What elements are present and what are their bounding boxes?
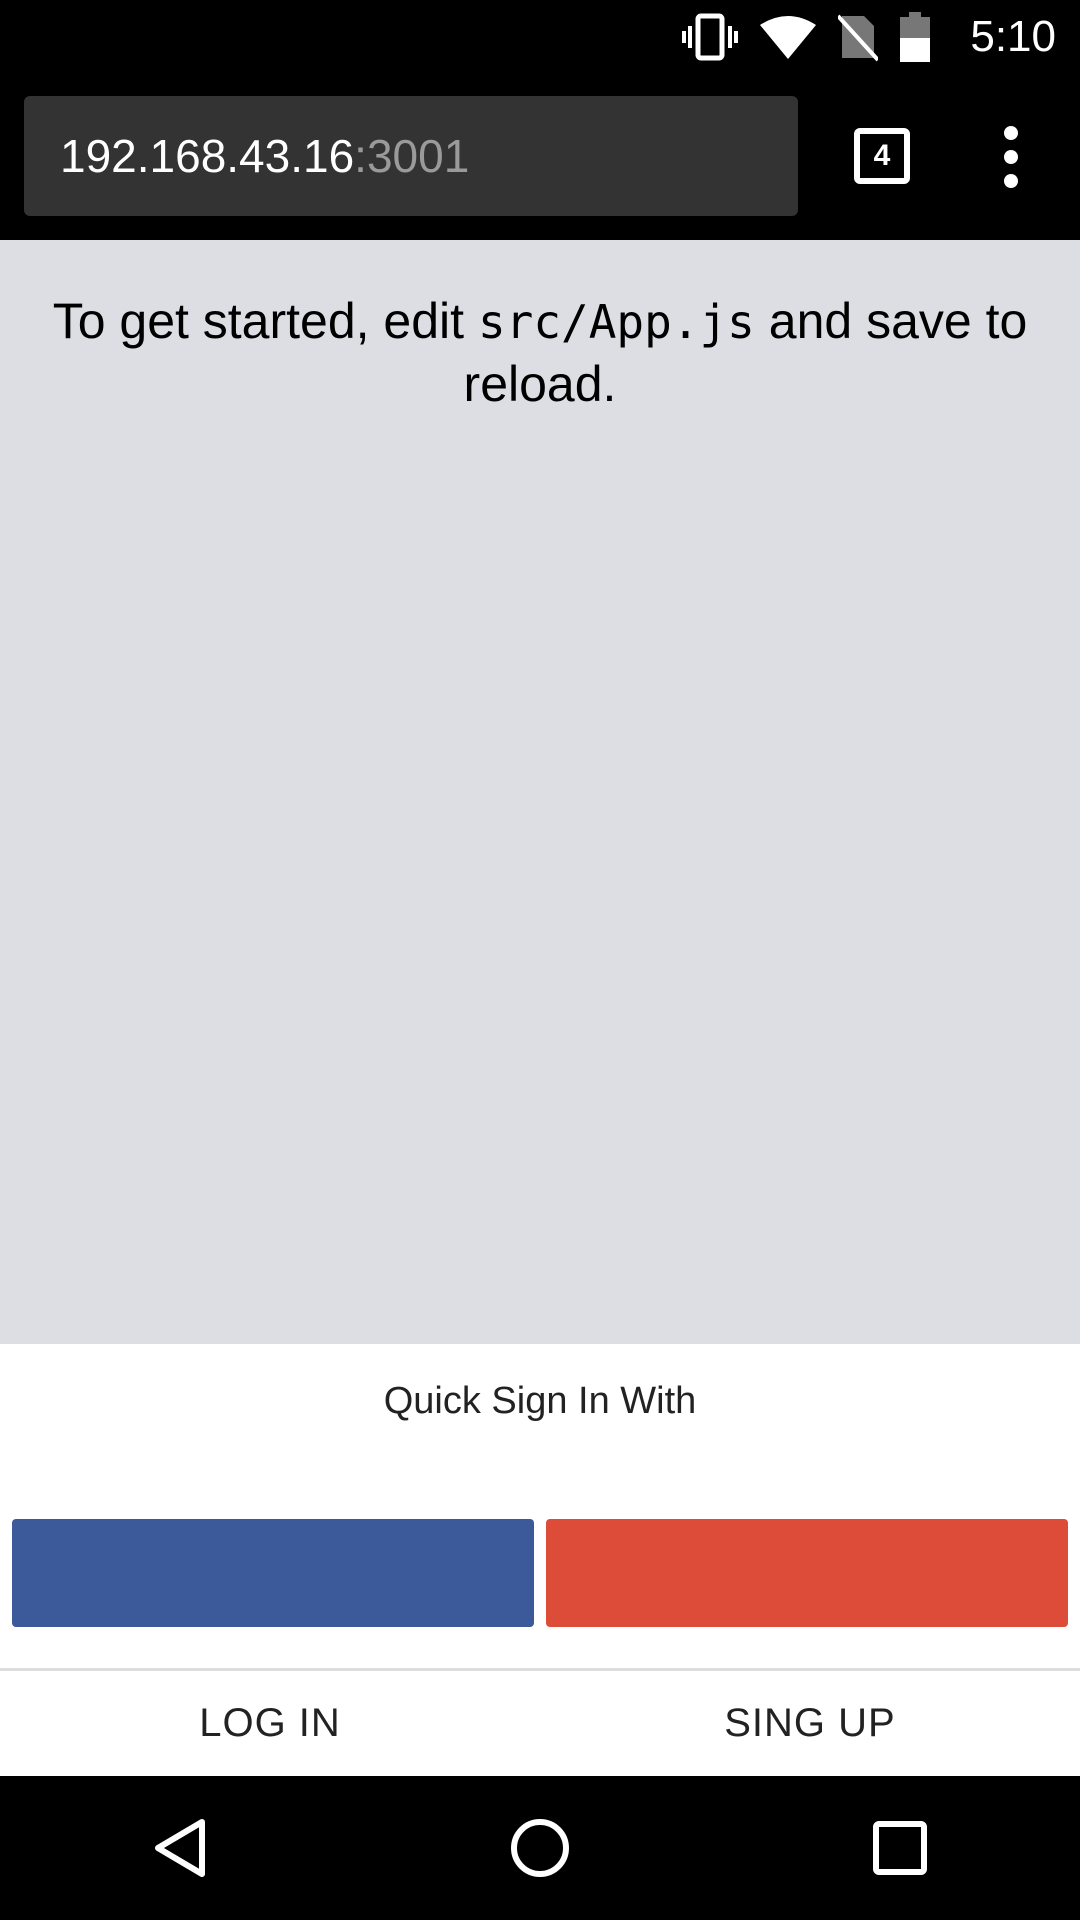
tabs-button[interactable]: 4 [854,128,910,184]
wifi-icon [760,15,817,59]
auth-tabs: LOG IN SING UP [0,1668,1080,1776]
facebook-signin-button[interactable] [12,1519,534,1627]
screen: 5:10 192.168.43.16:3001 4 To get started… [0,0,1080,1920]
intro-code: src/App.js [477,295,755,349]
back-icon[interactable] [120,1788,240,1908]
overflow-menu-icon[interactable] [986,122,1036,192]
intro-prefix: To get started, edit [52,293,478,349]
status-time: 5:10 [970,12,1056,61]
status-bar: 5:10 [0,0,1080,74]
no-sim-icon [838,12,879,62]
google-signin-button[interactable] [546,1519,1068,1627]
signup-button[interactable]: SING UP [540,1671,1080,1776]
browser-toolbar: 192.168.43.16:3001 4 [0,74,1080,240]
intro-text: To get started, edit src/App.js and save… [0,240,1080,415]
page-content: To get started, edit src/App.js and save… [0,240,1080,1344]
tab-count: 4 [873,139,891,172]
signin-title: Quick Sign In With [383,1380,697,1422]
url-bar[interactable]: 192.168.43.16:3001 [24,96,798,216]
home-icon[interactable] [480,1788,600,1908]
system-nav-bar [0,1776,1080,1920]
battery-icon [900,12,931,62]
url-host: 192.168.43.16 [60,130,355,182]
signin-panel: Quick Sign In With LOG IN SING UP [0,1344,1080,1776]
vibrate-icon [682,12,739,62]
url-port: :3001 [354,130,470,182]
login-button[interactable]: LOG IN [0,1671,540,1776]
recents-icon[interactable] [840,1788,960,1908]
